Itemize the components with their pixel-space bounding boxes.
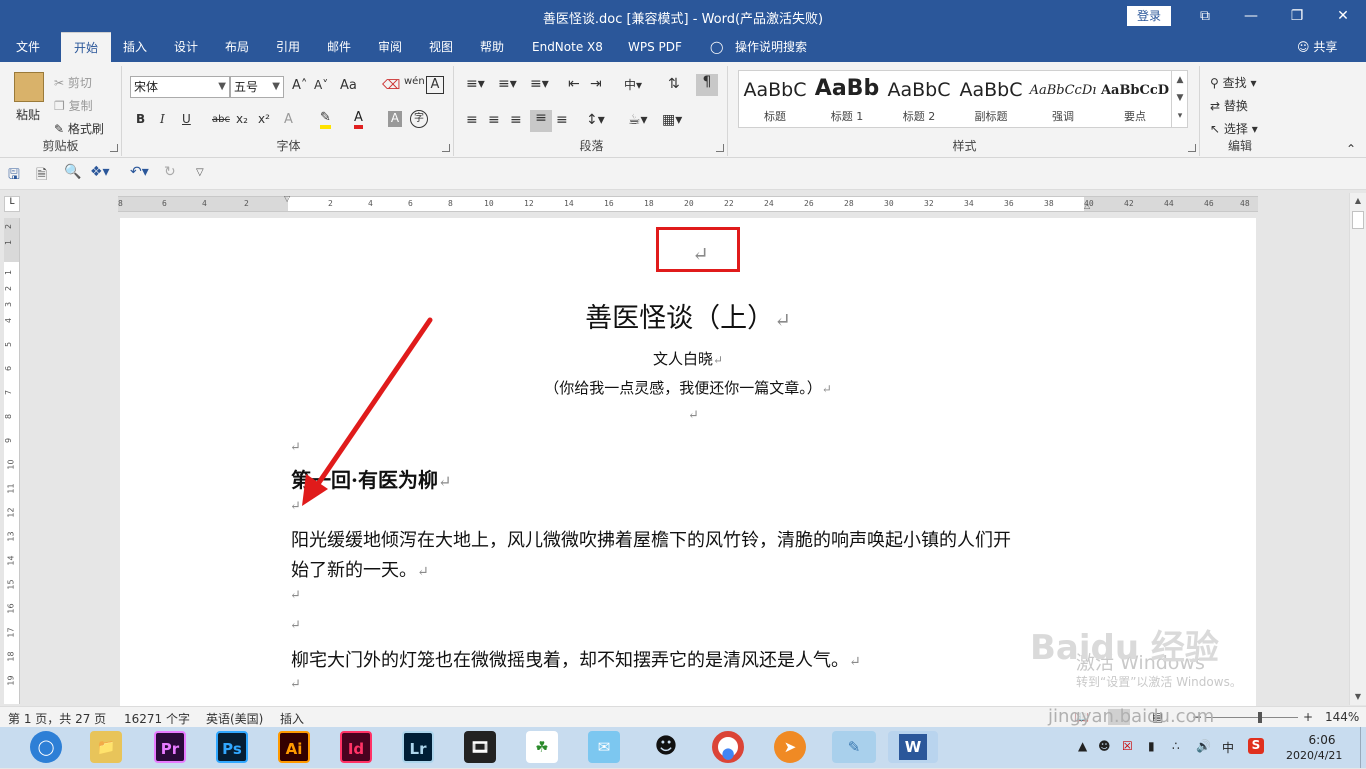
wifi-icon[interactable]: ∴ <box>1172 739 1180 753</box>
qq-icon[interactable]: ☻ <box>650 731 682 763</box>
clock-date[interactable]: 2020/4/21 <box>1286 749 1342 762</box>
language-status[interactable]: 英语(美国) <box>206 710 263 727</box>
file-explorer-icon[interactable]: 📁 <box>90 731 122 763</box>
baidu-watermark: Baidu 经验 <box>1030 628 1219 668</box>
security-app-icon[interactable]: ☘ <box>526 731 558 763</box>
zoom-slider-thumb[interactable] <box>1258 712 1262 723</box>
network-warning-icon[interactable]: ☒ <box>1122 739 1133 753</box>
scroll-up-icon[interactable]: ▲ <box>1350 193 1366 209</box>
indesign-icon[interactable]: Id <box>340 731 372 763</box>
lightroom-icon[interactable]: Lr <box>402 731 434 763</box>
scroll-down-icon[interactable]: ▼ <box>1350 689 1366 705</box>
notes-app-icon[interactable]: ✎ <box>832 731 876 763</box>
vertical-scrollbar[interactable]: ▲ ▼ <box>1349 193 1366 705</box>
word-icon: W <box>899 734 927 760</box>
activate-windows-hint: 转到“设置”以激活 Windows。 <box>1076 675 1242 689</box>
chrome-icon[interactable]: ● <box>712 731 744 763</box>
video-editor-icon[interactable]: 🎞 <box>464 731 496 763</box>
volume-icon[interactable]: 🔊 <box>1196 739 1211 753</box>
ime-indicator[interactable]: 中 <box>1222 739 1234 756</box>
show-desktop-button[interactable] <box>1360 727 1366 768</box>
zoom-slider[interactable] <box>1206 717 1298 718</box>
chat-app-icon[interactable]: ✉ <box>588 731 620 763</box>
premiere-icon[interactable]: Pr <box>154 731 186 763</box>
battery-icon[interactable]: ▮ <box>1148 739 1155 753</box>
zoom-in-button[interactable]: + <box>1303 710 1313 724</box>
word-count[interactable]: 16271 个字 <box>124 710 190 727</box>
insert-mode-status[interactable]: 插入 <box>280 710 304 727</box>
show-hidden-icons[interactable]: ▲ <box>1078 739 1087 753</box>
qq-tray-icon[interactable]: ☻ <box>1098 739 1111 753</box>
clock-time[interactable]: 6:06 <box>1298 733 1346 747</box>
photoshop-icon[interactable]: Ps <box>216 731 248 763</box>
sogou-ime-icon[interactable]: S <box>1248 738 1264 754</box>
media-player-icon[interactable]: ➤ <box>774 731 806 763</box>
baidu-url-watermark: jingyan.baidu.com <box>1048 706 1215 727</box>
word-taskbar-button[interactable]: W <box>888 731 938 763</box>
scroll-thumb[interactable] <box>1352 211 1364 229</box>
zoom-level[interactable]: 144% <box>1325 710 1359 724</box>
page-count[interactable]: 第 1 页，共 27 页 <box>8 710 106 727</box>
illustrator-icon[interactable]: Ai <box>278 731 310 763</box>
taskbar: ◯ 📁 Pr Ps Ai Id Lr 🎞 ☘ ✉ ☻ ● ➤ ✎ W ▲ ☻ ☒… <box>0 727 1366 768</box>
browser-360-icon[interactable]: ◯ <box>30 731 62 763</box>
